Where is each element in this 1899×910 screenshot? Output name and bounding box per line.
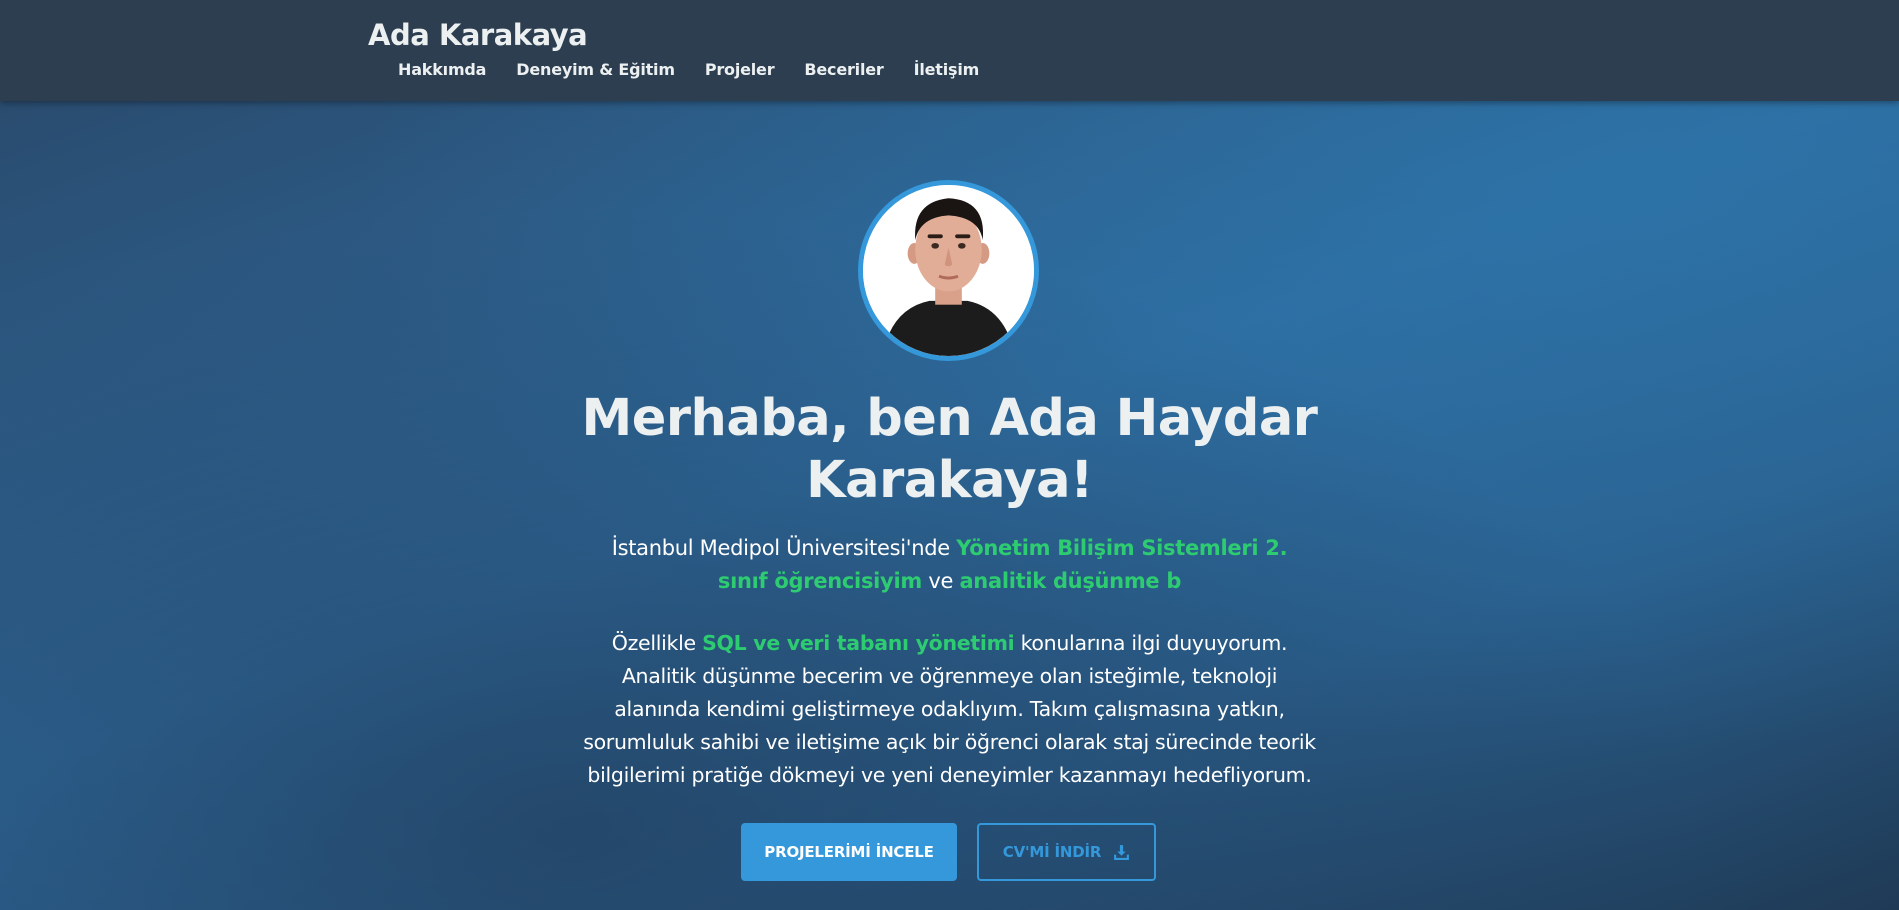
nav-item: Projeler bbox=[705, 60, 775, 79]
nav-item: Beceriler bbox=[804, 60, 883, 79]
bio-highlight: SQL ve veri tabanı yönetimi bbox=[702, 631, 1015, 655]
nav-link-projeler[interactable]: Projeler bbox=[705, 60, 775, 79]
bio-intro: Özellikle bbox=[611, 631, 703, 655]
nav-link-deneyim[interactable]: Deneyim & Eğitim bbox=[516, 60, 675, 79]
subtitle-text: İstanbul Medipol Üniversitesi'nde bbox=[611, 536, 957, 560]
download-cv-label: CV'Mİ İNDİR bbox=[1002, 843, 1102, 861]
nav-item: İletişim bbox=[914, 60, 980, 79]
subtitle-connector: ve bbox=[921, 569, 960, 593]
download-icon bbox=[1113, 844, 1130, 861]
view-projects-label: PROJELERİMİ İNCELE bbox=[764, 843, 934, 861]
download-cv-button[interactable]: CV'Mİ İNDİR bbox=[977, 823, 1156, 881]
hero-bio: Özellikle SQL ve veri tabanı yönetimi ko… bbox=[580, 627, 1319, 792]
hero-title: Merhaba, ben Ada Haydar Karakaya! bbox=[581, 389, 1318, 510]
profile-photo-illustration bbox=[863, 185, 1034, 356]
nav-links: Hakkımda Deneyim & Eğitim Projeler Becer… bbox=[398, 60, 979, 79]
nav-item: Hakkımda bbox=[398, 60, 486, 79]
profile-avatar bbox=[858, 180, 1039, 361]
subtitle-highlight-skill: analitik düşünme b bbox=[959, 569, 1182, 593]
navbar: Ada Karakaya Hakkımda Deneyim & Eğitim P… bbox=[0, 0, 1899, 101]
hero-subtitle: İstanbul Medipol Üniversitesi'nde Yöneti… bbox=[600, 532, 1299, 598]
nav-link-beceriler[interactable]: Beceriler bbox=[804, 60, 883, 79]
nav-link-hakkimda[interactable]: Hakkımda bbox=[398, 60, 486, 79]
nav-link-iletisim[interactable]: İletişim bbox=[914, 60, 980, 79]
brand-logo[interactable]: Ada Karakaya bbox=[368, 18, 588, 52]
view-projects-button[interactable]: PROJELERİMİ İNCELE bbox=[741, 823, 957, 881]
nav-item: Deneyim & Eğitim bbox=[516, 60, 675, 79]
